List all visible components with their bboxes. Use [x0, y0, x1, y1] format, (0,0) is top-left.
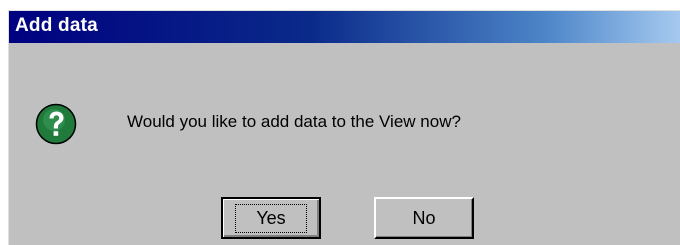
yes-button[interactable]: Yes — [221, 197, 321, 239]
dialog-message: Would you like to add data to the View n… — [127, 112, 461, 131]
window-title: Add data — [15, 15, 98, 36]
yes-button-label: Yes — [235, 203, 307, 233]
no-button[interactable]: No — [374, 197, 474, 239]
title-bar[interactable]: Add data — [9, 11, 680, 43]
add-data-dialog: Add data Would you like to add data to t… — [8, 10, 680, 245]
question-icon — [35, 103, 77, 145]
no-button-label: No — [412, 207, 436, 228]
